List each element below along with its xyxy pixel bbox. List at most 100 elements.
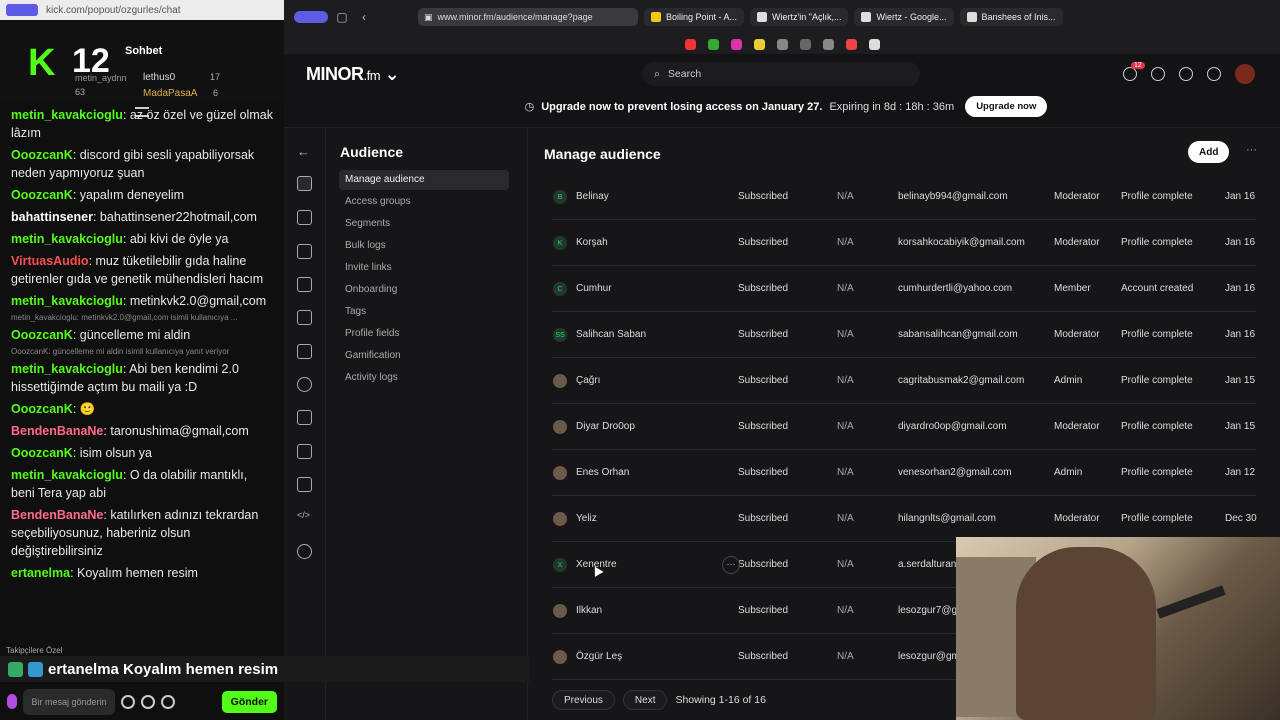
avatar <box>553 466 567 480</box>
chat-username[interactable]: OoozcanK <box>11 328 73 342</box>
chat-username[interactable]: metin_kavakcioglu <box>11 232 123 246</box>
bot-icon[interactable] <box>297 344 312 359</box>
bookmark-icon[interactable] <box>1207 67 1221 81</box>
next-button[interactable]: Next <box>622 690 668 710</box>
cell-name[interactable]: Yeliz <box>576 496 597 542</box>
chat-message: metin_kavakcioglu: O da olabilir mantıkl… <box>0 464 284 504</box>
back-icon[interactable]: ‹ <box>356 9 372 25</box>
chat-username[interactable]: VirtuasAudio <box>11 254 89 268</box>
table-row[interactable]: C Cumhur Subscribed N/A cumhurdertli@yahoo.c… <box>552 266 1256 312</box>
dollar-icon[interactable] <box>297 377 312 392</box>
nav-item-bulk-logs[interactable]: Bulk logs <box>339 236 509 256</box>
cell-name[interactable]: Korşah <box>576 220 608 266</box>
cell-name[interactable]: Enes Orhan <box>576 450 629 496</box>
cell-name[interactable]: Cumhur <box>576 266 612 312</box>
add-button[interactable]: Add <box>1188 141 1230 163</box>
support-icon[interactable] <box>1179 67 1193 81</box>
row-menu-icon[interactable]: ··· <box>722 556 740 574</box>
chat-username[interactable]: OoozcanK <box>11 446 73 460</box>
tab-google[interactable]: Wiertz - Google... <box>854 8 954 26</box>
table-row[interactable]: K Korşah Subscribed N/A korsahkocabiyik@gmai… <box>552 220 1256 266</box>
tab-boiling-point[interactable]: Boiling Point - A... <box>644 8 745 26</box>
table-row[interactable]: Diyar Dro0op Subscribed N/A diyardro0op@gma… <box>552 404 1256 450</box>
nav-item-access-groups[interactable]: Access groups <box>339 192 509 212</box>
table-row[interactable]: SS Salihcan Saban Subscribed N/A sabansalihc… <box>552 312 1256 358</box>
chat-username[interactable]: OoozcanK <box>11 402 73 416</box>
chat-username[interactable]: metin_kavakcioglu <box>11 468 123 482</box>
chat-header: K 12 Sohbet metin_aydnn 63 lethus0 17 Ma… <box>0 20 284 117</box>
chat-username[interactable]: OoozcanK <box>11 148 73 162</box>
chat-username[interactable]: ertanelma <box>11 566 70 580</box>
chat-username[interactable]: metin_kavakcioglu <box>11 108 123 122</box>
nav-item-gamification[interactable]: Gamification <box>339 346 509 366</box>
minor-logo[interactable]: MINOR.fm ⌄ <box>306 64 400 85</box>
chat-username[interactable]: metin_kavakcioglu <box>11 294 123 308</box>
table-row[interactable]: Yeliz Subscribed N/A hilangnlts@gmail.com Mo… <box>552 496 1257 542</box>
cell-name[interactable]: Ilkkan <box>576 588 602 634</box>
streamer-figure <box>1016 547 1156 720</box>
window-controls[interactable] <box>6 4 38 16</box>
code-icon[interactable]: </> <box>297 510 312 525</box>
chat-username[interactable]: bahattinsener <box>11 210 93 224</box>
document-icon[interactable] <box>297 210 312 225</box>
nav-item-profile-fields[interactable]: Profile fields <box>339 324 509 344</box>
cell-name[interactable]: Çağrı <box>576 358 600 404</box>
bookmark-icon[interactable] <box>753 38 765 50</box>
cell-name[interactable]: Belinay <box>576 174 609 220</box>
nav-item-onboarding[interactable]: Onboarding <box>339 280 509 300</box>
chart-icon[interactable] <box>297 310 312 325</box>
nav-item-invite-links[interactable]: Invite links <box>339 258 509 278</box>
gear-icon[interactable] <box>161 694 175 709</box>
tab-banshees[interactable]: Banshees of Inis... <box>959 8 1063 26</box>
profile-pill[interactable] <box>294 11 328 23</box>
upgrade-now-button[interactable]: Upgrade now <box>965 96 1048 117</box>
bell-icon[interactable]: 12 <box>1123 62 1145 81</box>
users-icon[interactable] <box>141 694 155 709</box>
nav-item-manage-audience[interactable]: Manage audience <box>339 170 509 190</box>
chat-url[interactable]: kick.com/popout/ozgurles/chat <box>46 5 278 16</box>
back-arrow-icon[interactable]: ← <box>297 144 312 159</box>
table-row[interactable]: B Belinay Subscribed N/A belinayb994@gmail.c… <box>552 174 1256 220</box>
chat-icon[interactable] <box>1151 67 1165 81</box>
bolt-icon[interactable] <box>297 277 312 292</box>
more-icon[interactable]: ··· <box>1246 144 1257 156</box>
bookmark-icon[interactable] <box>799 38 811 50</box>
nav-item-activity-logs[interactable]: Activity logs <box>339 368 509 388</box>
shield-icon[interactable] <box>297 410 312 425</box>
gear-icon[interactable] <box>297 544 312 559</box>
cell-profile: Profile complete <box>1121 329 1193 340</box>
instagram-icon[interactable] <box>730 38 742 50</box>
card-icon[interactable] <box>297 444 312 459</box>
search-input[interactable]: ⌕ Search <box>642 62 920 86</box>
monitor-icon[interactable] <box>297 477 312 492</box>
avatar[interactable] <box>1235 64 1255 84</box>
send-icon[interactable] <box>297 244 312 259</box>
nav-item-segments[interactable]: Segments <box>339 214 509 234</box>
cell-name[interactable]: Özgür Leş <box>576 634 622 680</box>
globe-icon[interactable] <box>776 38 788 50</box>
table-row[interactable]: Çağrı Subscribed N/A cagritabusmak2@gmail.c… <box>552 358 1256 404</box>
mic-icon[interactable] <box>7 694 17 709</box>
bookmark-icon[interactable] <box>868 38 880 50</box>
tab-wiertz[interactable]: Wiertz'in "Açlık,... <box>750 8 849 26</box>
send-button[interactable]: Gönder <box>221 690 277 713</box>
emoji-icon[interactable] <box>121 694 135 709</box>
youtube-icon[interactable] <box>684 38 696 50</box>
globe-icon[interactable] <box>822 38 834 50</box>
chat-message-input[interactable]: Bir mesaj gönderin <box>23 688 115 715</box>
address-bar[interactable]: ▣ www.minor.fm/audience/manage?page <box>418 8 638 26</box>
nav-item-tags[interactable]: Tags <box>339 302 509 322</box>
chat-username[interactable]: OoozcanK <box>11 188 73 202</box>
cell-name[interactable]: Salihcan Saban <box>576 312 646 358</box>
chat-username[interactable]: BendenBanaNe <box>11 508 103 522</box>
previous-button[interactable]: Previous <box>552 690 615 710</box>
audience-icon[interactable] <box>297 176 312 191</box>
bookmark-icon[interactable] <box>707 38 719 50</box>
bookmark-icon[interactable] <box>845 38 857 50</box>
chat-message: OoozcanK: güncelleme mi aldin <box>0 324 284 346</box>
chat-username[interactable]: metin_kavakcioglu <box>11 362 123 376</box>
table-row[interactable]: Enes Orhan Subscribed N/A venesorhan2@gmail… <box>552 450 1256 496</box>
cell-name[interactable]: Diyar Dro0op <box>576 404 635 450</box>
sidebar-icon[interactable]: ▢ <box>334 9 350 25</box>
chat-username[interactable]: BendenBanaNe <box>11 424 103 438</box>
